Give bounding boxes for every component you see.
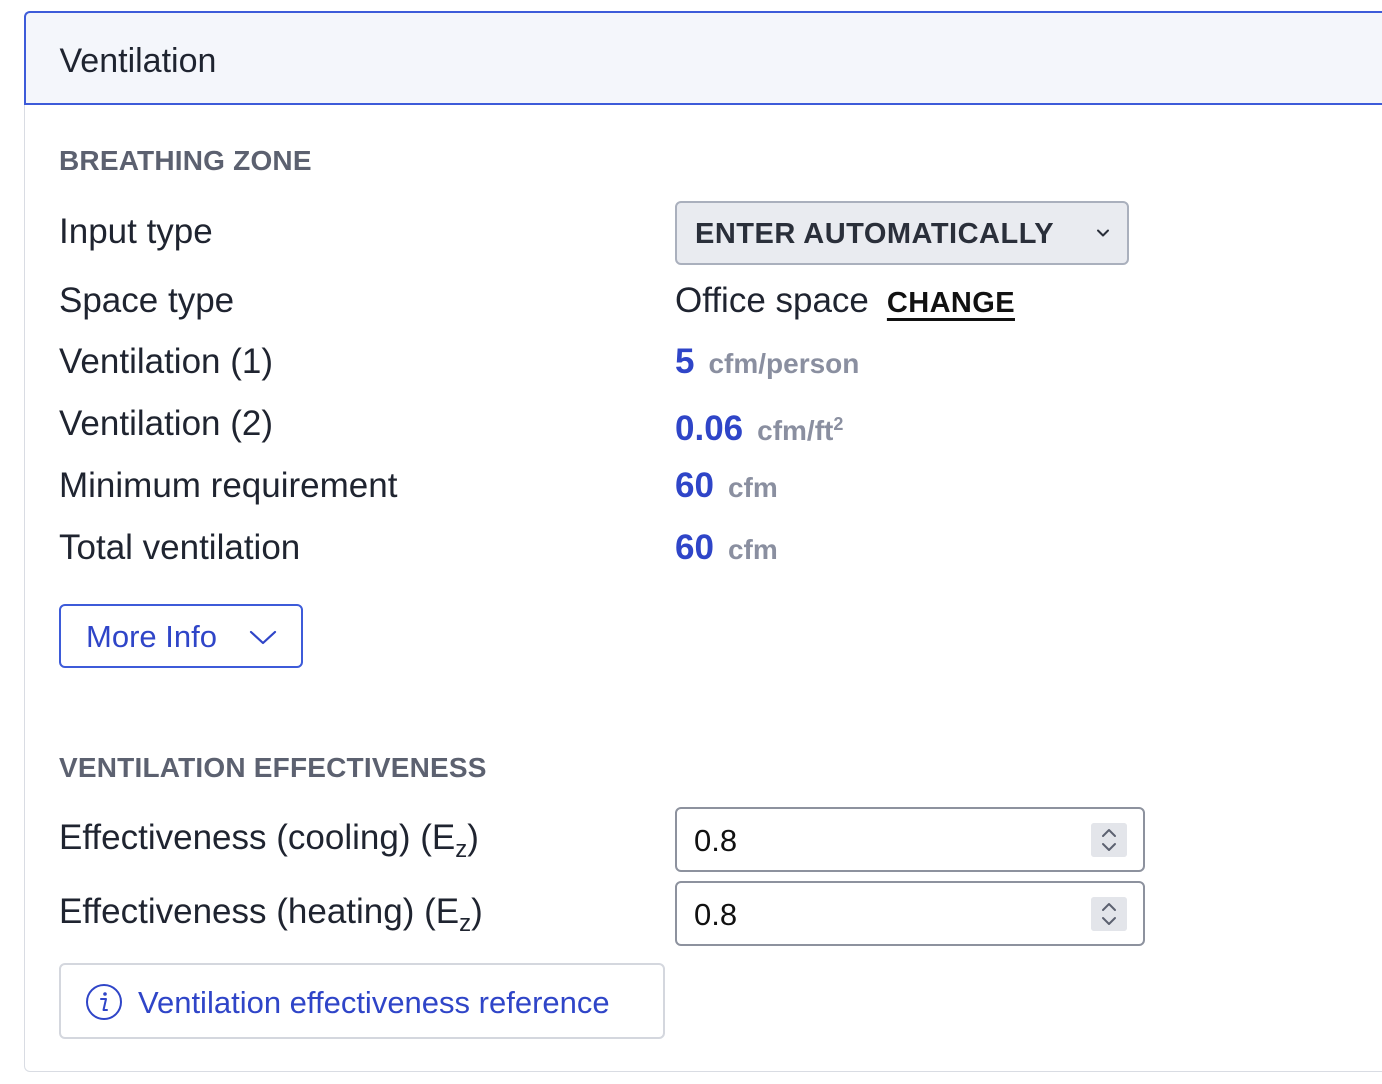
more-info-button[interactable]: More Info	[59, 604, 303, 668]
ventilation-2-label: Ventilation (2)	[59, 404, 274, 443]
spinner-arrows-icon[interactable]	[1091, 823, 1127, 857]
effectiveness-cooling-label: Effectiveness (cooling) (Ez)	[59, 817, 479, 871]
ventilation-1-unit: cfm/person	[708, 348, 860, 379]
effectiveness-heating-label-text: Effectiveness (heating) (E	[59, 892, 460, 931]
input-type-selected-value: ENTER AUTOMATICALLY	[695, 218, 1055, 250]
total-ventilation-value-row: 60 cfm	[675, 527, 778, 576]
effectiveness-cooling-label-end: )	[467, 818, 479, 857]
effectiveness-heating-input[interactable]: 0.8	[675, 881, 1145, 946]
effectiveness-heating-label-subscript: z	[459, 910, 472, 937]
panel-header[interactable]: Ventilation	[23, 10, 1382, 105]
minimum-requirement-unit: cfm	[727, 472, 778, 503]
space-type-label: Space type	[59, 281, 235, 320]
space-type-value: Office space	[675, 281, 869, 320]
info-circle-icon	[86, 984, 122, 1020]
more-info-label: More Info	[86, 619, 217, 654]
spinner-arrows-icon[interactable]	[1091, 897, 1127, 931]
effectiveness-heating-label: Effectiveness (heating) (Ez)	[59, 891, 483, 945]
reference-label: Ventilation effectiveness reference	[138, 985, 610, 1020]
input-type-select[interactable]: ENTER AUTOMATICALLY	[675, 201, 1129, 265]
space-type-value-row: Office space CHANGE	[675, 280, 1015, 329]
ventilation-effectiveness-reference-button[interactable]: Ventilation effectiveness reference	[59, 963, 665, 1039]
effectiveness-cooling-input[interactable]: 0.8	[675, 807, 1145, 872]
ventilation-panel: Ventilation BREATHING ZONE Input type EN…	[23, 10, 1382, 1072]
ventilation-2-unit-exponent: 2	[833, 414, 844, 434]
panel-title: Ventilation	[59, 41, 217, 80]
effectiveness-heating-value: 0.8	[694, 897, 738, 932]
minimum-requirement-value-row: 60 cfm	[675, 465, 778, 514]
section-heading-breathing-zone: BREATHING ZONE	[59, 145, 312, 176]
chevron-down-icon	[1097, 229, 1109, 237]
total-ventilation-value: 60	[675, 528, 714, 567]
ventilation-1-value: 5	[675, 342, 695, 381]
ventilation-2-value-row: 0.06 cfm/ft2	[675, 403, 843, 457]
total-ventilation-unit: cfm	[727, 534, 778, 565]
minimum-requirement-label: Minimum requirement	[59, 466, 398, 505]
chevron-down-icon	[249, 630, 277, 645]
ventilation-2-unit: cfm/ft2	[757, 414, 844, 446]
total-ventilation-label: Total ventilation	[59, 528, 301, 567]
minimum-requirement-value: 60	[675, 466, 714, 505]
change-space-type-link[interactable]: CHANGE	[887, 287, 1015, 319]
ventilation-2-value: 0.06	[675, 409, 744, 448]
ventilation-1-label: Ventilation (1)	[59, 342, 274, 381]
ventilation-1-value-row: 5 cfm/person	[675, 341, 859, 390]
ventilation-2-unit-base: cfm/ft	[757, 415, 834, 446]
effectiveness-cooling-label-text: Effectiveness (cooling) (E	[59, 818, 456, 857]
effectiveness-cooling-value: 0.8	[694, 823, 738, 858]
input-type-label: Input type	[59, 212, 213, 251]
effectiveness-cooling-label-subscript: z	[455, 836, 468, 863]
effectiveness-heating-label-end: )	[471, 892, 483, 931]
section-heading-ventilation-effectiveness: VENTILATION EFFECTIVENESS	[59, 752, 487, 783]
